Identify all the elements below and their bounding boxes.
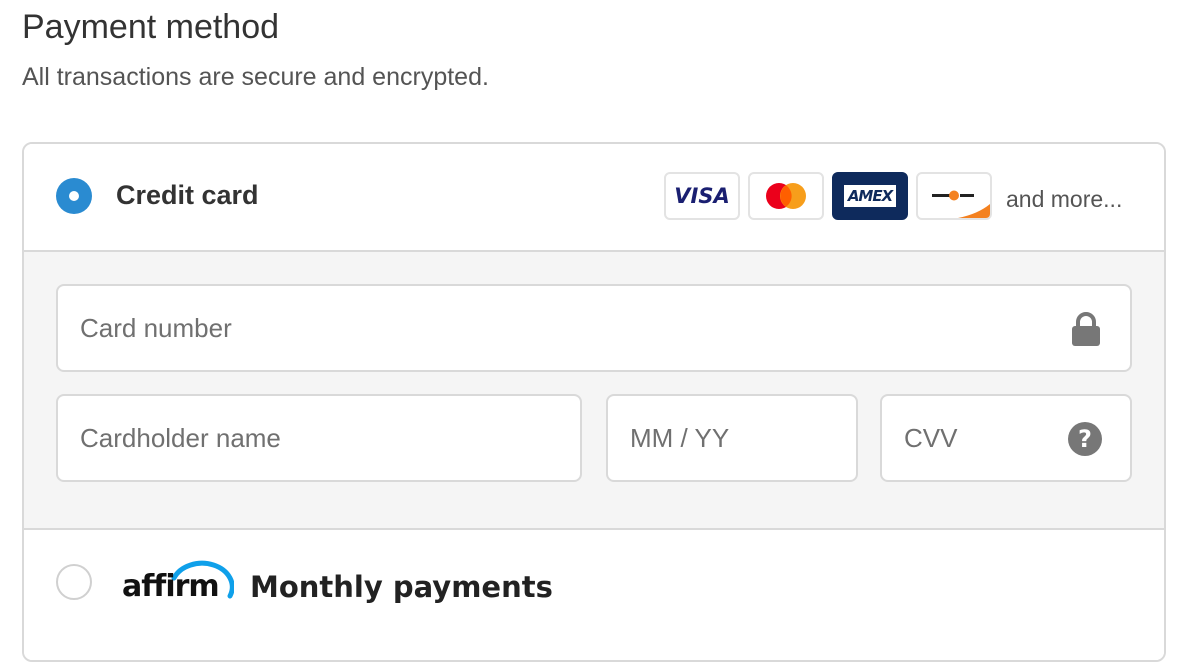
credit-card-label: Credit card bbox=[116, 180, 259, 210]
payment-methods-panel: Credit card VISA AMEX and more... Card n… bbox=[22, 142, 1166, 662]
visa-logo-text: VISA bbox=[674, 184, 730, 208]
lock-icon bbox=[1072, 312, 1100, 346]
page-title: Payment method bbox=[22, 8, 280, 46]
expiry-input[interactable] bbox=[630, 396, 829, 480]
amex-logo-text: AMEX bbox=[843, 185, 897, 207]
mastercard-logo bbox=[748, 172, 824, 220]
and-more-text: and more... bbox=[1006, 186, 1123, 212]
cardholder-name-input[interactable] bbox=[80, 396, 498, 480]
card-number-field[interactable] bbox=[56, 284, 1132, 372]
cardholder-name-field[interactable] bbox=[56, 394, 582, 482]
affirm-logo: affirm bbox=[122, 556, 234, 606]
affirm-option[interactable]: affirm Monthly payments bbox=[24, 530, 1164, 660]
credit-card-option[interactable]: Credit card VISA AMEX and more... bbox=[24, 144, 1164, 252]
affirm-logo-text: affirm bbox=[122, 569, 220, 604]
discover-logo bbox=[916, 172, 992, 220]
help-icon[interactable]: ? bbox=[1068, 422, 1102, 456]
mastercard-icon bbox=[766, 183, 806, 209]
card-number-input[interactable] bbox=[80, 286, 938, 370]
amex-logo: AMEX bbox=[832, 172, 908, 220]
expiry-field[interactable] bbox=[606, 394, 858, 482]
credit-card-radio[interactable] bbox=[56, 178, 92, 214]
affirm-label: Monthly payments bbox=[250, 570, 553, 604]
discover-icon bbox=[932, 190, 990, 218]
visa-logo: VISA bbox=[664, 172, 740, 220]
card-fields-section: ? bbox=[24, 252, 1164, 530]
security-note: All transactions are secure and encrypte… bbox=[22, 63, 489, 91]
affirm-radio[interactable] bbox=[56, 564, 92, 600]
cvv-field[interactable]: ? bbox=[880, 394, 1132, 482]
